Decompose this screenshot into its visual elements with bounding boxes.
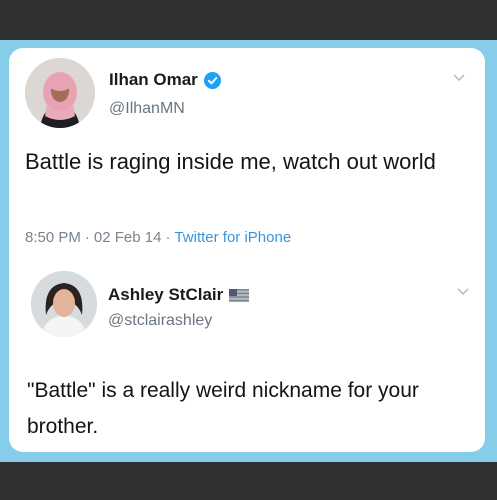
verified-badge-icon <box>203 71 221 89</box>
tweet1-text: Battle is raging inside me, watch out wo… <box>25 149 436 174</box>
screenshot-frame: Ilhan Omar @IlhanMN Battle is raging ins… <box>0 40 497 462</box>
tweet2-author-name-row[interactable]: Ashley StClair <box>108 285 250 305</box>
bottom-dark-bar <box>0 462 497 500</box>
tweet1-chevron-down-icon[interactable] <box>453 74 465 82</box>
avatar-ilhan-omar[interactable] <box>25 58 95 128</box>
tweet1-source-link[interactable]: Twitter for iPhone <box>174 229 291 246</box>
avatar-ashley-stclair[interactable] <box>31 271 97 337</box>
tweet1-meta: 8:50 PM · 02 Feb 14 · Twitter for iPhone <box>25 229 291 246</box>
tweet1-author-name-row[interactable]: Ilhan Omar <box>109 70 221 90</box>
tweet2-author-handle[interactable]: @stclairashley <box>108 312 212 330</box>
avatar-image <box>25 58 95 128</box>
tweet2-chevron-down-icon[interactable] <box>457 288 469 296</box>
us-flag-icon <box>229 288 250 302</box>
meta-separator: · <box>84 229 90 246</box>
tweet-card: Ilhan Omar @IlhanMN Battle is raging ins… <box>9 48 485 452</box>
avatar-image <box>31 271 97 337</box>
tweet2-author-name[interactable]: Ashley StClair <box>108 285 223 305</box>
tweet1-author-name[interactable]: Ilhan Omar <box>109 70 198 90</box>
tweet1-time[interactable]: 8:50 PM <box>25 229 81 246</box>
meta-separator: · <box>165 229 171 246</box>
tweet2-text: "Battle" is a really weird nickname for … <box>27 379 419 438</box>
tweet1-author-handle[interactable]: @IlhanMN <box>109 100 185 118</box>
tweet1-date[interactable]: 02 Feb 14 <box>94 229 162 246</box>
top-dark-bar <box>0 0 497 40</box>
